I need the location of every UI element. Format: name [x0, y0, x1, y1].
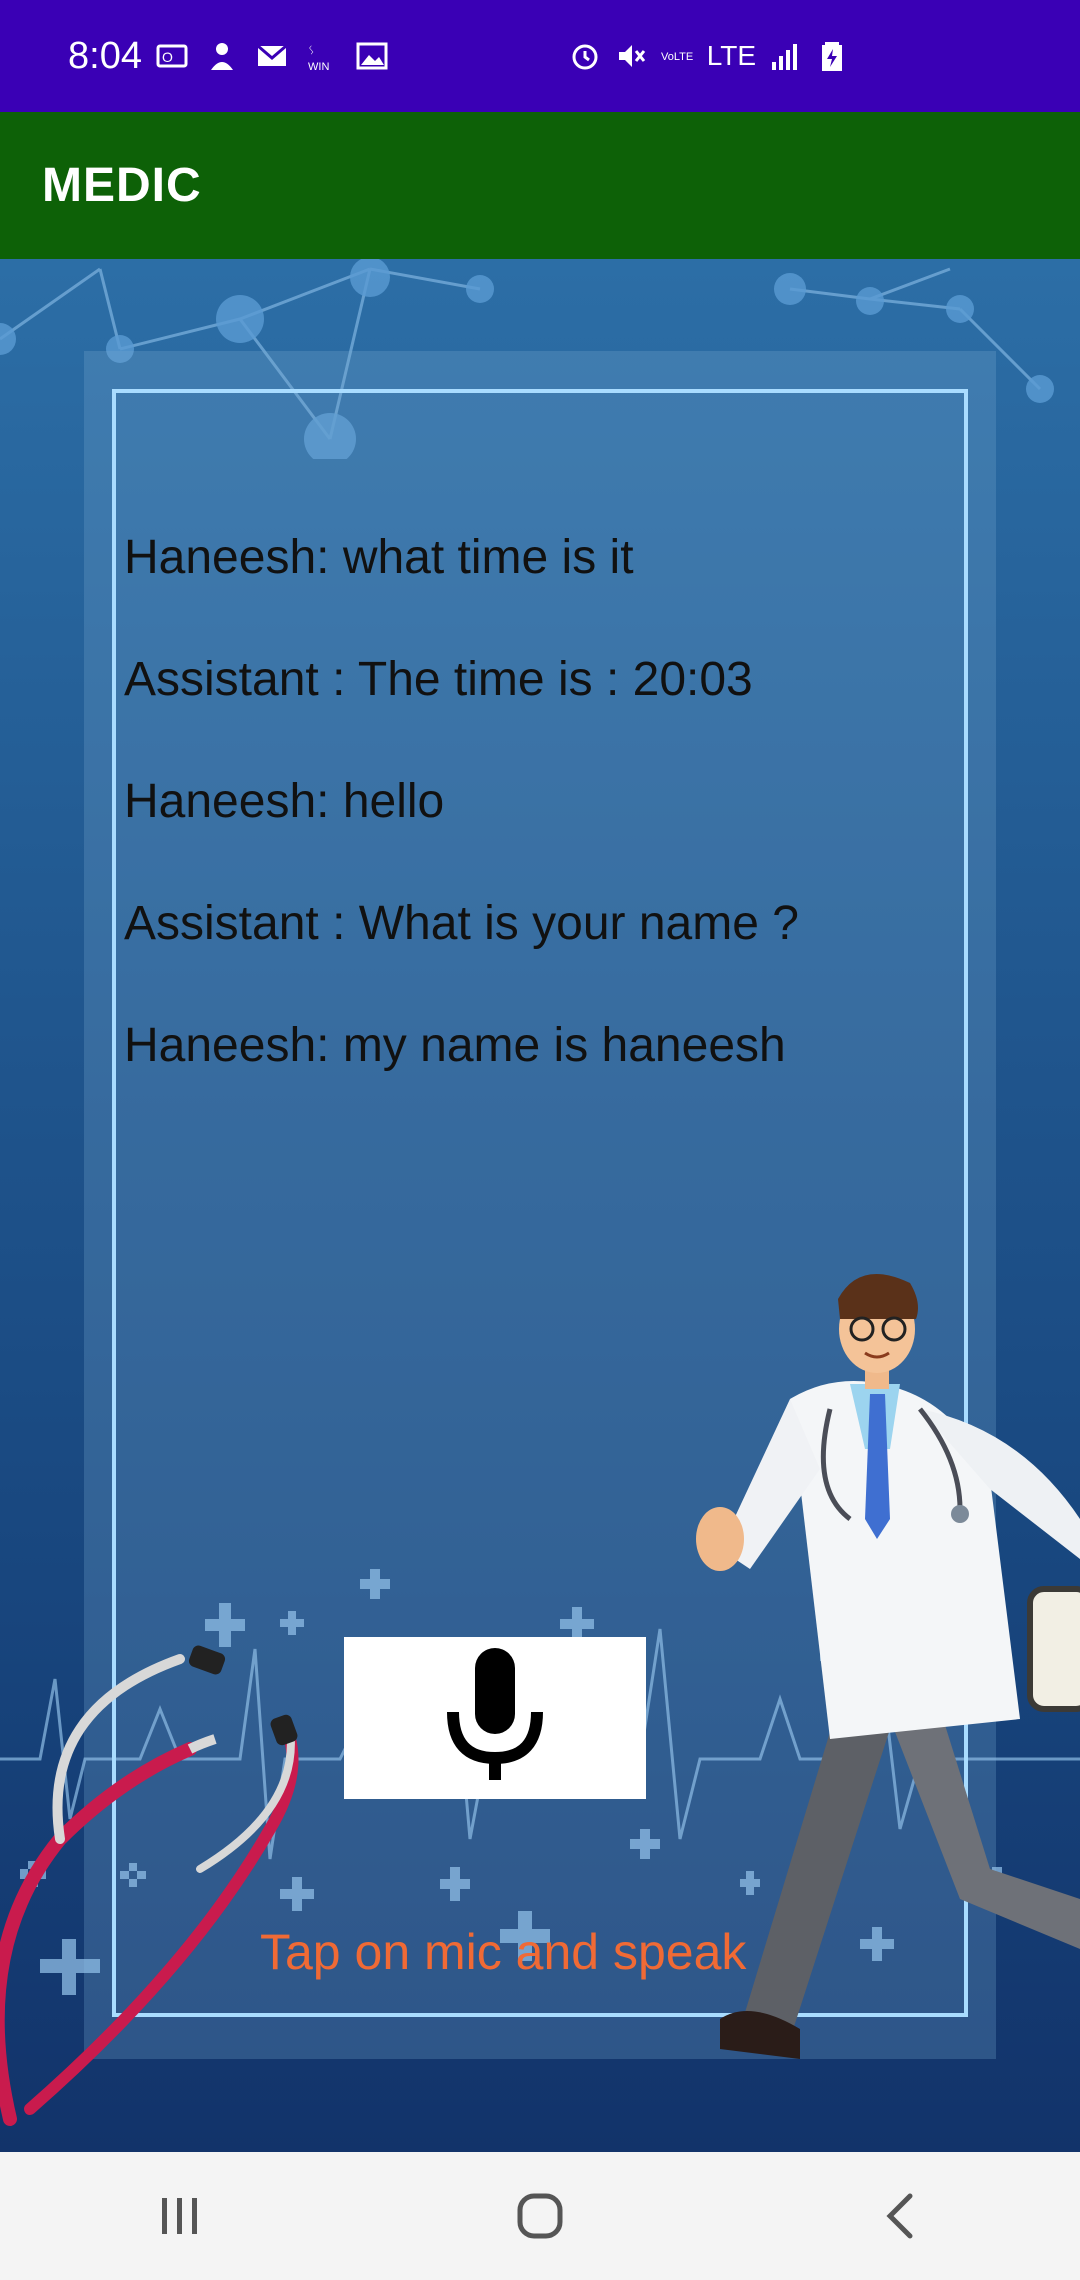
battery-icon: [822, 42, 842, 71]
notification-icons: O ᛊ WIN: [156, 40, 388, 72]
app-bar: MEDIC: [0, 112, 1080, 259]
screen: 8:04 O ᛊ WIN VoLTE LTE MEDIC Haneesh: wh…: [0, 0, 1080, 2280]
volte-icon: VoLTE: [661, 51, 693, 63]
tap-mic-hint: Tap on mic and speak: [260, 1924, 747, 1980]
stethoscope-illustration: [0, 1645, 299, 2126]
app-title: MEDIC: [42, 159, 202, 212]
system-icons: VoLTE LTE: [569, 40, 848, 72]
alarm-icon: [572, 44, 598, 70]
home-icon: [517, 2193, 563, 2239]
lte-label: LTE: [706, 40, 756, 71]
mail-icon: [256, 44, 287, 66]
status-time: 8:04: [68, 34, 142, 77]
person-icon: [210, 43, 233, 70]
recent-apps-button[interactable]: [120, 2166, 240, 2266]
recent-apps-icon: [162, 2198, 197, 2234]
signal-icon: [772, 44, 797, 70]
navigation-bar: [0, 2152, 1080, 2280]
mute-icon: [618, 45, 645, 67]
home-button[interactable]: [480, 2166, 600, 2266]
message-user: Haneesh: my name is haneesh: [124, 1019, 786, 1072]
conversation-log: Haneesh: what time is it Assistant : The…: [124, 529, 964, 1139]
win-icon: ᛊ WIN: [308, 45, 329, 72]
message-user: Haneesh: hello: [124, 775, 445, 828]
svg-text:O: O: [162, 49, 173, 65]
message-user: Haneesh: what time is it: [124, 531, 634, 584]
mic-button[interactable]: [344, 1637, 646, 1799]
outlook-icon: O: [156, 44, 188, 68]
main-content: Haneesh: what time is it Assistant : The…: [0, 259, 1080, 2152]
svg-text:VoLTE: VoLTE: [661, 51, 693, 63]
microphone-icon: [447, 1648, 543, 1780]
svg-text:ᛊ: ᛊ: [308, 45, 315, 57]
message-assistant: Assistant : The time is : 20:03: [124, 653, 753, 706]
back-icon: [886, 2193, 913, 2239]
back-button[interactable]: [840, 2166, 960, 2266]
message-assistant: Assistant : What is your name ?: [124, 897, 799, 950]
image-icon: [356, 42, 388, 70]
svg-text:WIN: WIN: [308, 61, 329, 72]
status-bar: 8:04 O ᛊ WIN VoLTE LTE: [0, 0, 1080, 112]
